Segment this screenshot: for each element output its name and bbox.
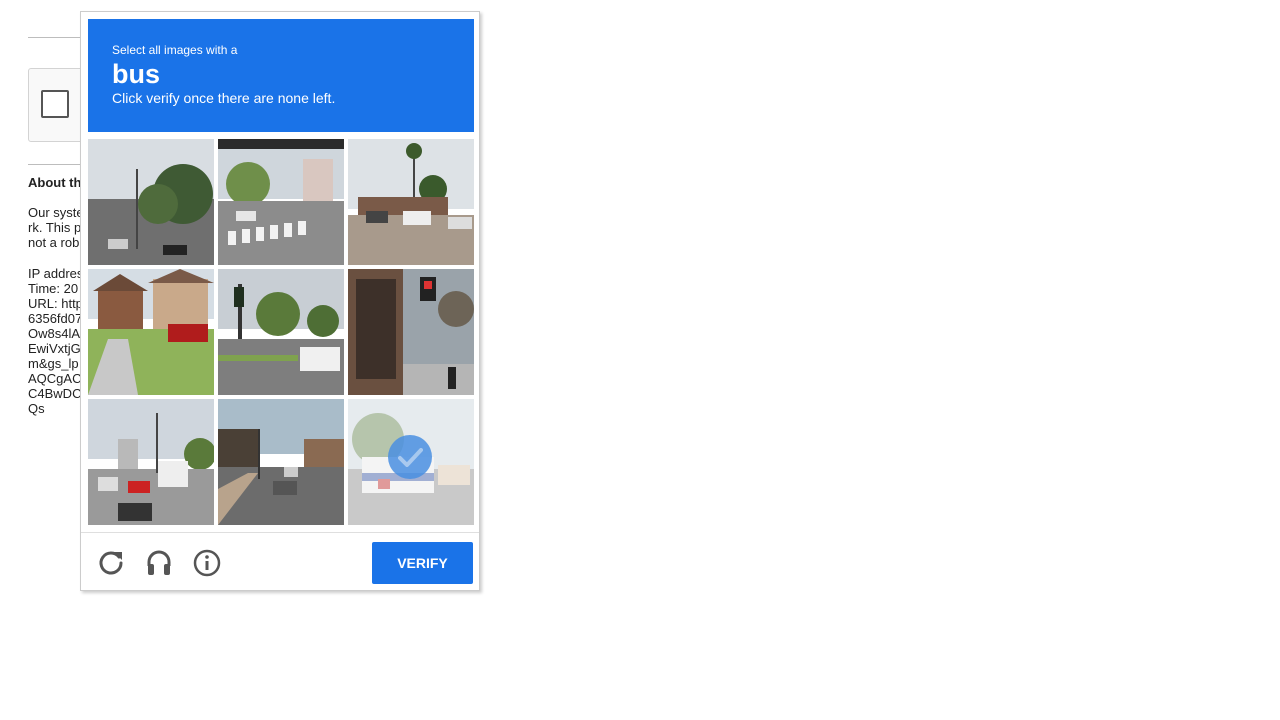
meta-line: Ow8s4lA bbox=[28, 326, 81, 341]
meta-line: 6356fd07 bbox=[28, 311, 83, 326]
instruction-subtext: Click verify once there are none left. bbox=[112, 90, 336, 106]
request-meta: IP addres Time: 20 URL: http 6356fd07 Ow… bbox=[28, 266, 88, 416]
selected-check-icon bbox=[388, 435, 432, 479]
target-keyword: bus bbox=[112, 59, 161, 89]
meta-line: m&gs_lp bbox=[28, 356, 79, 371]
meta-line: C4BwDC bbox=[28, 386, 82, 401]
headphones-icon[interactable] bbox=[145, 549, 173, 577]
challenge-header: Select all images with a bus Click verif… bbox=[88, 19, 474, 132]
image-tile[interactable] bbox=[88, 399, 214, 525]
tile-image bbox=[88, 139, 214, 265]
meta-line: Qs bbox=[28, 401, 45, 416]
image-tile-selected[interactable] bbox=[348, 399, 474, 525]
tile-image bbox=[348, 269, 474, 395]
image-tile[interactable] bbox=[88, 139, 214, 265]
tile-image bbox=[88, 269, 214, 395]
image-grid bbox=[88, 139, 474, 525]
tile-image bbox=[348, 139, 474, 265]
instruction-line: Select all images with a bbox=[112, 43, 238, 57]
info-icon[interactable] bbox=[193, 549, 221, 577]
tile-image bbox=[218, 269, 344, 395]
tile-image bbox=[88, 399, 214, 525]
image-tile[interactable] bbox=[348, 139, 474, 265]
image-tile[interactable] bbox=[218, 269, 344, 395]
image-tile[interactable] bbox=[88, 269, 214, 395]
recaptcha-challenge: Select all images with a bus Click verif… bbox=[80, 11, 480, 591]
challenge-footer: VERIFY bbox=[81, 532, 479, 590]
tile-image bbox=[218, 399, 344, 525]
not-a-robot-checkbox[interactable] bbox=[41, 90, 69, 118]
meta-line: Time: 20 bbox=[28, 281, 79, 296]
meta-line[interactable]: URL: http bbox=[28, 296, 88, 311]
reload-icon[interactable] bbox=[97, 549, 125, 577]
about-heading: About th bbox=[28, 175, 82, 190]
verify-button[interactable]: VERIFY bbox=[372, 542, 473, 584]
image-tile[interactable] bbox=[218, 139, 344, 265]
tile-image bbox=[218, 139, 344, 265]
image-tile[interactable] bbox=[348, 269, 474, 395]
meta-line: EwiVxtjG bbox=[28, 341, 81, 356]
paragraph-line: not a rob bbox=[28, 235, 80, 250]
paragraph-line: rk. This p bbox=[28, 220, 82, 235]
image-tile[interactable] bbox=[218, 399, 344, 525]
about-paragraph: Our syste rk. This p not a rob bbox=[28, 205, 88, 250]
meta-line: AQCgAC bbox=[28, 371, 82, 386]
paragraph-line: Our syste bbox=[28, 205, 84, 220]
meta-line: IP addres bbox=[28, 266, 84, 281]
